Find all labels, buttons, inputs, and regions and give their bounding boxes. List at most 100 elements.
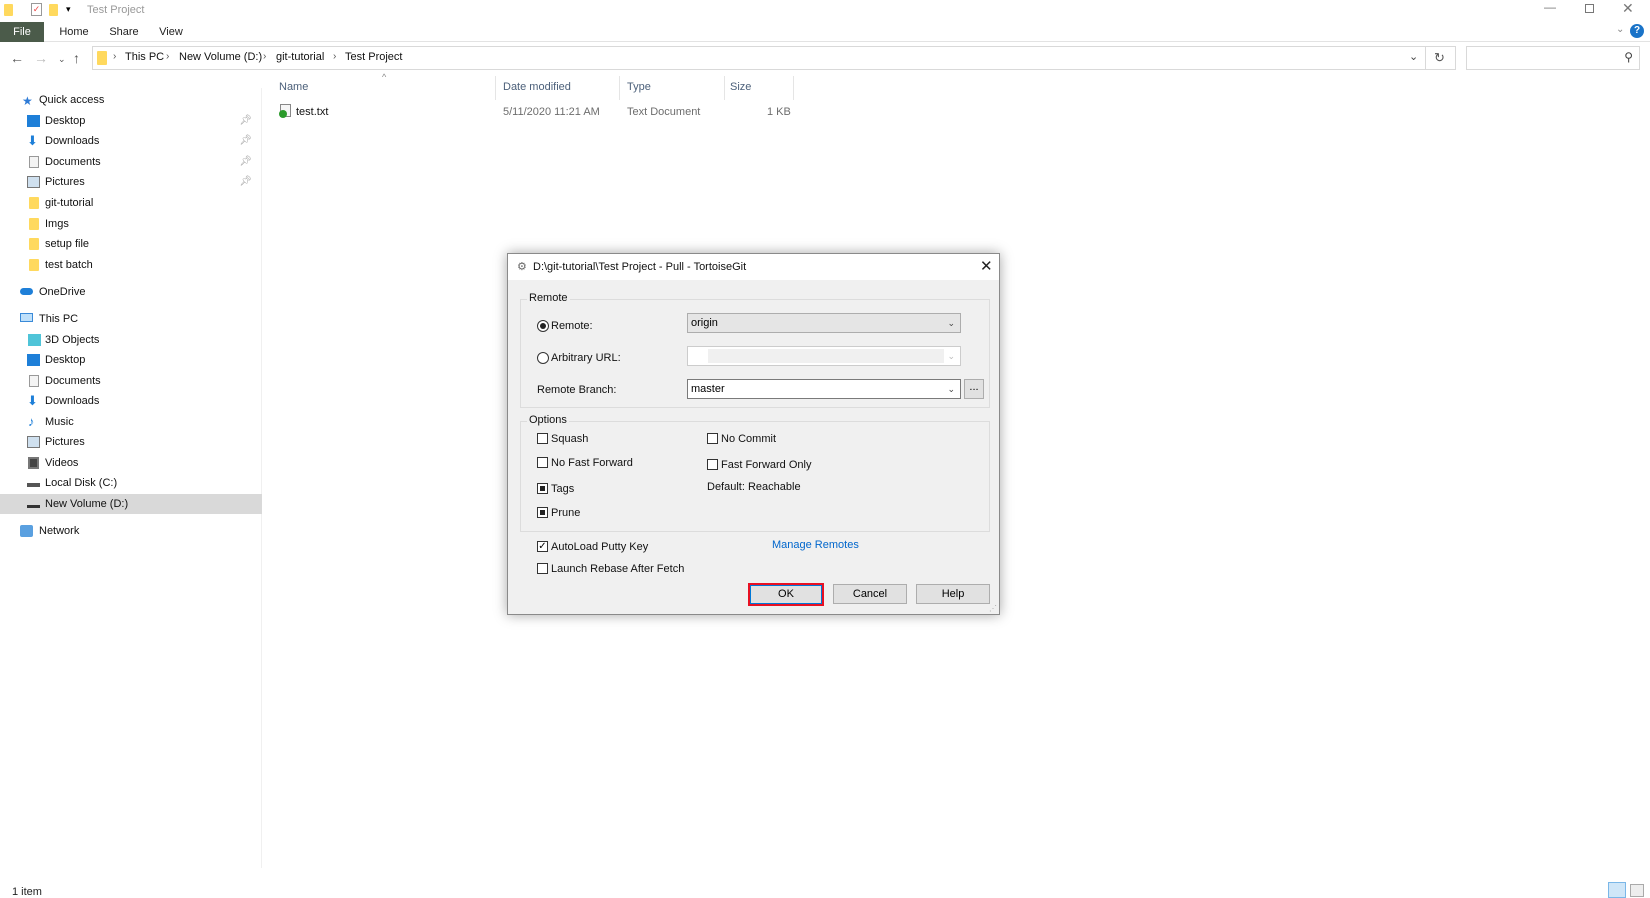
sidebar-item-network[interactable]: Network — [0, 521, 262, 541]
tab-view[interactable]: View — [154, 22, 188, 42]
default-reachable-label: Default: Reachable — [707, 481, 801, 493]
column-divider[interactable] — [793, 76, 794, 100]
autoload-putty-key-checkbox[interactable]: ✓ — [537, 541, 548, 552]
sidebar-item-documents-pc[interactable]: Documents — [0, 371, 262, 391]
tab-file[interactable]: File — [0, 22, 44, 42]
launch-rebase-checkbox[interactable] — [537, 563, 548, 574]
computer-icon — [20, 313, 33, 322]
sidebar-item-this-pc[interactable]: This PC — [0, 309, 262, 329]
cube-icon — [28, 334, 41, 346]
label: Documents — [45, 156, 101, 168]
arbitrary-url-combobox[interactable]: ⌄ — [687, 346, 961, 366]
pin-icon[interactable]: 📌︎ — [239, 172, 252, 192]
close-button[interactable]: ✕ — [1622, 0, 1634, 17]
sidebar-item-imgs[interactable]: Imgs — [0, 214, 262, 234]
column-header-date-modified[interactable]: Date modified — [503, 81, 571, 93]
minimize-button[interactable]: — — [1544, 0, 1556, 14]
sidebar-item-downloads-pc[interactable]: ⬇ Downloads — [0, 391, 262, 411]
label: This PC — [39, 313, 79, 325]
file-date: 5/11/2020 11:21 AM — [503, 106, 600, 118]
up-button[interactable]: ↑ — [73, 50, 80, 66]
column-divider[interactable] — [495, 76, 496, 100]
ribbon-tabs: File Home Share View ⌄ ? — [0, 22, 1650, 42]
help-button[interactable]: Help — [916, 584, 990, 604]
sidebar-item-music[interactable]: ♪ Music — [0, 412, 262, 432]
address-bar[interactable]: › This PC › New Volume (D:) › git-tutori… — [92, 46, 1456, 70]
breadcrumb-this-pc[interactable]: This PC — [125, 51, 164, 63]
pin-icon[interactable]: 📌︎ — [239, 131, 252, 151]
network-icon — [20, 525, 33, 537]
prune-checkbox[interactable] — [537, 507, 548, 518]
remote-value: origin — [691, 317, 718, 329]
sidebar-item-git-tutorial[interactable]: git-tutorial — [0, 193, 262, 213]
status-item-count: 1 item — [12, 886, 42, 898]
search-input[interactable]: ⚲ — [1466, 46, 1640, 70]
group-label: Remote — [527, 292, 570, 304]
sidebar-item-desktop[interactable]: Desktop 📌︎ — [0, 111, 262, 131]
breadcrumb-git-tutorial[interactable]: git-tutorial — [276, 51, 324, 63]
back-button[interactable]: ← — [10, 50, 24, 66]
squash-label: Squash — [551, 433, 589, 445]
expand-ribbon-icon[interactable]: ⌄ — [1616, 24, 1624, 35]
remote-combobox[interactable]: origin ⌄ — [687, 313, 961, 333]
label: Downloads — [45, 135, 100, 147]
tab-share[interactable]: Share — [106, 22, 142, 42]
sidebar-item-videos[interactable]: Videos — [0, 453, 262, 473]
label: Desktop — [45, 115, 86, 127]
no-fast-forward-checkbox[interactable] — [537, 457, 548, 468]
dialog-close-button[interactable]: ✕ — [980, 257, 993, 275]
arbitrary-url-radio[interactable] — [537, 352, 549, 364]
folder-icon — [29, 197, 39, 209]
large-icons-view-button[interactable] — [1630, 884, 1644, 897]
details-view-button[interactable] — [1608, 882, 1626, 898]
sidebar-item-3d-objects[interactable]: 3D Objects — [0, 330, 262, 350]
chevron-down-icon: ⌄ — [947, 351, 955, 361]
sidebar-item-pictures[interactable]: Pictures 📌︎ — [0, 172, 262, 192]
sidebar-item-documents[interactable]: Documents 📌︎ — [0, 152, 262, 172]
chevron-down-icon: ⌄ — [947, 318, 955, 328]
tags-checkbox[interactable] — [537, 483, 548, 494]
restore-button[interactable] — [1585, 4, 1594, 13]
sidebar-item-downloads[interactable]: ⬇ Downloads 📌︎ — [0, 131, 262, 151]
ok-button[interactable]: OK — [748, 583, 824, 606]
column-header-size[interactable]: Size — [730, 81, 751, 93]
column-header-type[interactable]: Type — [627, 81, 651, 93]
refresh-button[interactable]: ↻ — [1434, 50, 1445, 66]
customize-toolbar-icon[interactable]: ▾ — [66, 4, 71, 15]
column-header-name[interactable]: Name — [279, 81, 308, 93]
manage-remotes-link[interactable]: Manage Remotes — [772, 539, 859, 551]
sidebar-item-setup-file[interactable]: setup file — [0, 234, 262, 254]
fast-forward-only-checkbox[interactable] — [707, 459, 718, 470]
sidebar-item-new-volume-d[interactable]: New Volume (D:) — [0, 494, 262, 514]
breadcrumb-new-volume[interactable]: New Volume (D:) — [179, 51, 262, 63]
label: OneDrive — [39, 286, 86, 298]
squash-checkbox[interactable] — [537, 433, 548, 444]
column-divider[interactable] — [619, 76, 620, 100]
recent-locations-icon[interactable]: ⌄ — [58, 54, 66, 65]
no-commit-checkbox[interactable] — [707, 433, 718, 444]
pin-icon[interactable]: 📌︎ — [239, 111, 252, 131]
breadcrumb-separator: › — [263, 51, 267, 62]
resize-grip-icon[interactable]: ⋰ — [989, 604, 997, 613]
folder-icon — [97, 51, 107, 65]
sidebar-item-local-disk-c[interactable]: Local Disk (C:) — [0, 473, 262, 493]
sidebar-item-pictures-pc[interactable]: Pictures — [0, 432, 262, 452]
cancel-button[interactable]: Cancel — [833, 584, 907, 604]
new-folder-icon[interactable] — [49, 4, 58, 16]
remote-branch-combobox[interactable]: master ⌄ — [687, 379, 961, 399]
sidebar-item-desktop-pc[interactable]: Desktop — [0, 350, 262, 370]
download-icon: ⬇ — [27, 133, 38, 148]
address-dropdown-icon[interactable]: ⌄ — [1409, 50, 1418, 63]
help-icon[interactable]: ? — [1630, 24, 1644, 38]
sidebar-item-onedrive[interactable]: OneDrive — [0, 282, 262, 302]
remote-radio[interactable] — [537, 320, 549, 332]
pin-icon[interactable]: 📌︎ — [239, 152, 252, 172]
tab-home[interactable]: Home — [56, 22, 92, 42]
properties-icon[interactable]: ✓ — [31, 3, 42, 16]
browse-branch-button[interactable]: ... — [964, 379, 984, 399]
forward-button[interactable]: → — [34, 50, 48, 66]
column-divider[interactable] — [724, 76, 725, 100]
sidebar-item-test-batch[interactable]: test batch — [0, 255, 262, 275]
sidebar-item-quick-access[interactable]: ★ Quick access — [0, 90, 262, 110]
breadcrumb-test-project[interactable]: Test Project — [345, 51, 402, 63]
